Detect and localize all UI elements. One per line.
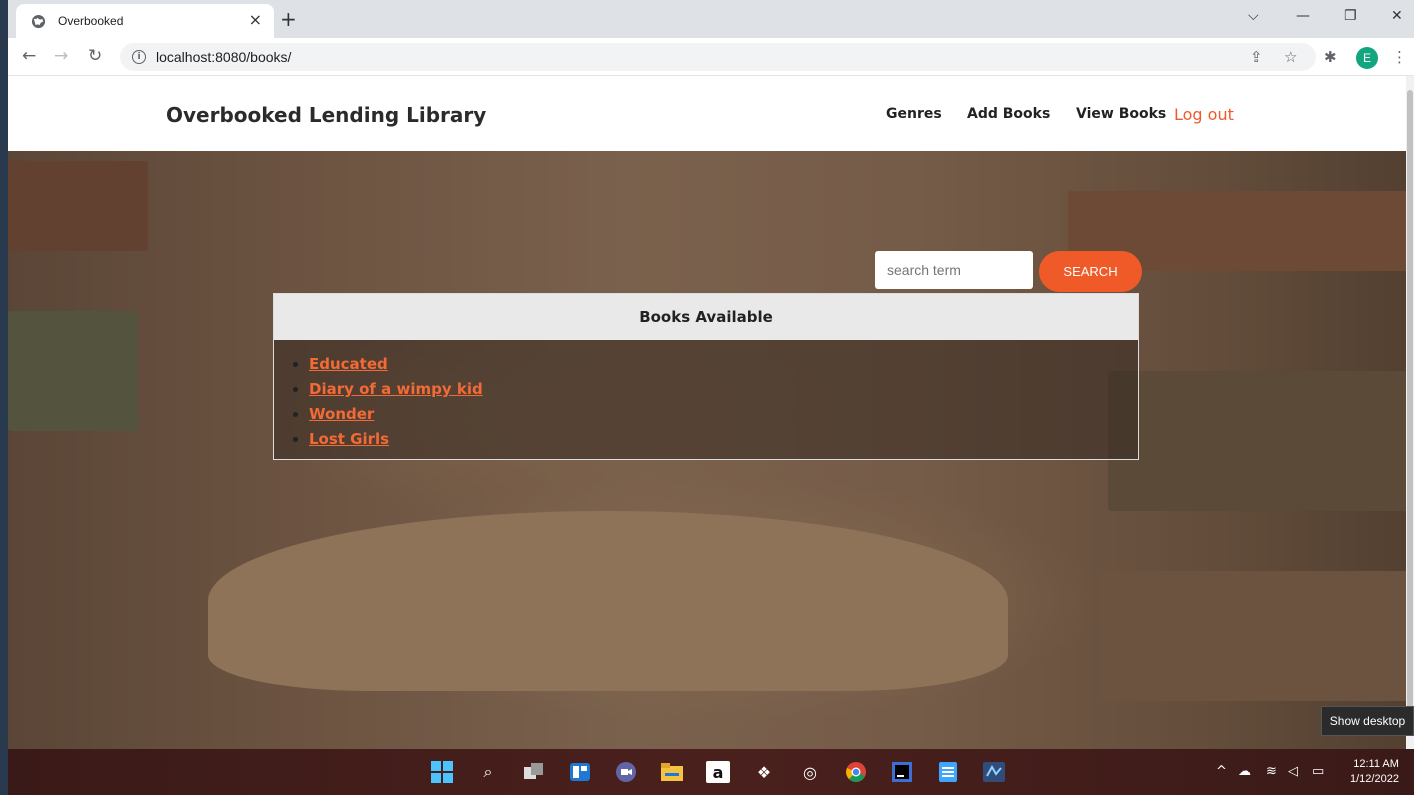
url-text: localhost:8080/books/ (156, 49, 292, 65)
search-icon[interactable]: ⌕ (476, 761, 500, 783)
clock-time: 12:11 AM (1353, 758, 1399, 770)
book-link-wonder[interactable]: Wonder (309, 405, 374, 423)
wifi-icon[interactable]: ≋ (1266, 764, 1277, 779)
teams-chat-icon[interactable] (614, 761, 638, 783)
search-button[interactable]: SEARCH (1039, 251, 1142, 292)
site-brand[interactable]: Overbooked Lending Library (166, 103, 486, 127)
browser-window: Overbooked × + ⌵ — ❐ ✕ ← → ↻ i localhost… (8, 0, 1414, 795)
book-link-diary-of-a-wimpy-kid[interactable]: Diary of a wimpy kid (309, 380, 483, 398)
list-item: Educated (309, 352, 1138, 377)
volume-icon[interactable]: ◁ (1288, 764, 1298, 779)
site-info-icon[interactable]: i (132, 50, 146, 64)
browser-tab[interactable]: Overbooked × (16, 4, 274, 38)
page-scrollbar[interactable] (1406, 76, 1414, 749)
logout-link[interactable]: Log out (1174, 105, 1234, 124)
back-arrow-icon[interactable]: ← (22, 47, 36, 65)
list-item: Lost Girls (309, 427, 1138, 452)
globe-icon (30, 13, 46, 29)
file-explorer-icon[interactable] (660, 761, 684, 783)
site-navbar: Overbooked Lending Library Genres Add Bo… (8, 76, 1406, 151)
search-input[interactable] (875, 251, 1033, 289)
hero-background: SEARCH Books Available Educated Diary of… (8, 151, 1406, 749)
clock-date: 1/12/2022 (1350, 773, 1399, 785)
profile-avatar[interactable]: E (1356, 47, 1378, 69)
tab-close-icon[interactable]: × (249, 12, 262, 28)
extensions-icon[interactable]: ✱ (1324, 48, 1337, 66)
start-icon[interactable] (430, 761, 454, 783)
new-tab-button[interactable]: + (280, 9, 297, 29)
books-available-heading: Books Available (274, 294, 1138, 340)
scrollbar-thumb[interactable] (1407, 90, 1413, 730)
taskbar-clock[interactable]: 12:11 AM 1/12/2022 (1350, 757, 1399, 787)
reload-icon[interactable]: ↻ (88, 47, 102, 65)
list-item: Diary of a wimpy kid (309, 377, 1138, 402)
book-link-educated[interactable]: Educated (309, 355, 388, 373)
tab-title: Overbooked (58, 14, 124, 28)
bookmark-star-icon[interactable]: ☆ (1284, 48, 1297, 66)
show-desktop-tooltip: Show desktop (1321, 706, 1414, 736)
books-list: Educated Diary of a wimpy kid Wonder Los… (274, 352, 1138, 452)
chrome-icon[interactable] (844, 761, 868, 783)
app-icon[interactable]: ◎ (798, 761, 822, 783)
restore-icon[interactable]: ❐ (1344, 8, 1357, 24)
book-link-lost-girls[interactable]: Lost Girls (309, 430, 389, 448)
widgets-icon[interactable] (568, 761, 592, 783)
address-bar-row: ← → ↻ i localhost:8080/books/ ⇪ ☆ ✱ ⋮ (8, 38, 1414, 76)
task-view-icon[interactable] (522, 761, 546, 783)
dropbox-icon[interactable]: ❖ (752, 761, 776, 783)
share-icon[interactable]: ⇪ (1250, 48, 1263, 66)
forward-arrow-icon[interactable]: → (54, 47, 68, 65)
onedrive-cloud-icon[interactable]: ☁ (1238, 764, 1251, 779)
windows-taskbar: ⌕ a ❖ ◎ ^ ☁ ≋ ◁ ▭ 12:11 AM 1/12/2022 (8, 749, 1414, 795)
nav-add-books[interactable]: Add Books (967, 106, 1050, 122)
nav-genres[interactable]: Genres (886, 106, 942, 122)
battery-icon[interactable]: ▭ (1312, 764, 1324, 779)
chevron-up-icon[interactable]: ^ (1216, 764, 1227, 779)
close-window-icon[interactable]: ✕ (1391, 8, 1403, 24)
database-tool-icon[interactable] (982, 761, 1006, 783)
list-item: Wonder (309, 402, 1138, 427)
books-available-panel: Books Available Educated Diary of a wimp… (273, 293, 1139, 460)
nav-view-books[interactable]: View Books (1076, 106, 1166, 122)
amazon-icon[interactable]: a (706, 761, 730, 783)
page-viewport: Overbooked Lending Library Genres Add Bo… (8, 76, 1406, 749)
notepad-icon[interactable] (936, 761, 960, 783)
menu-kebab-icon[interactable]: ⋮ (1392, 48, 1407, 66)
tab-strip: Overbooked × + ⌵ — ❐ ✕ (8, 0, 1414, 38)
tab-search-icon[interactable]: ⌵ (1248, 8, 1259, 24)
minimize-icon[interactable]: — (1296, 8, 1310, 24)
omnibox[interactable]: i localhost:8080/books/ (120, 43, 1316, 71)
intellij-icon[interactable] (890, 761, 914, 783)
